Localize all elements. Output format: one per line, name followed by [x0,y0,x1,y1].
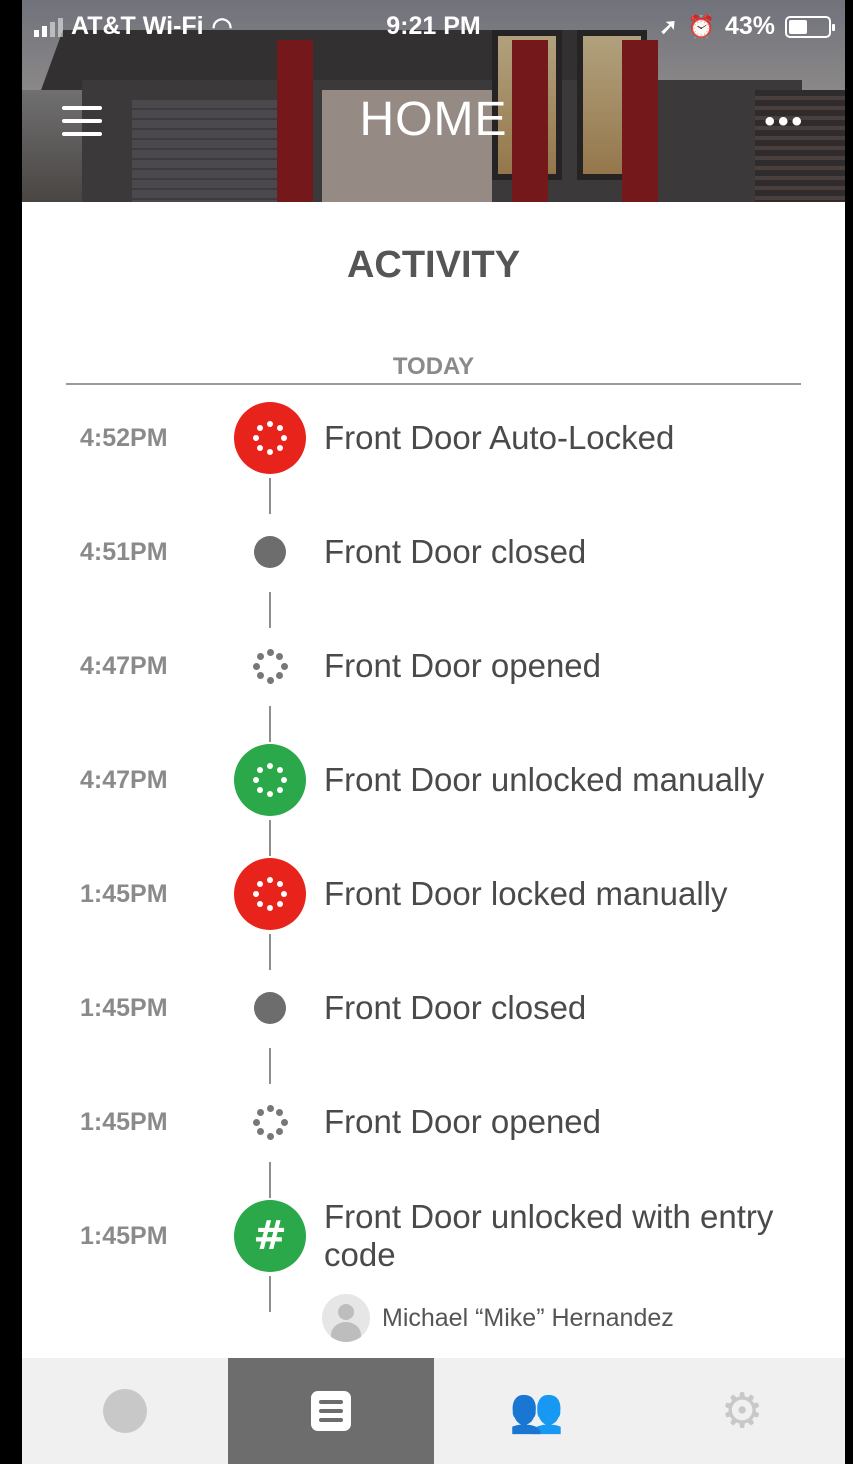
ring-dot [253,435,259,441]
unlock-ring-icon [234,744,306,816]
ring-dot [276,767,283,774]
activity-row[interactable]: 1:45PM # Front Door unlocked with entry … [22,1186,845,1286]
event-text: Front Door closed [324,533,587,570]
activity-row[interactable]: 1:45PM Front Door opened [22,1072,845,1172]
battery-icon [785,15,835,38]
tab-guests[interactable]: 👥 [434,1358,640,1464]
app-screen: AT&T Wi-Fi ◠ 9:21 PM ➚ ⏰ 43% HOME ••• AC… [22,0,845,1464]
ring-dot [252,1118,260,1126]
event-text: Front Door closed [324,989,587,1026]
ring-dot [276,900,283,907]
ring-dot [280,662,288,670]
ring-dot [256,652,264,660]
event-time: 1:45PM [80,1221,168,1250]
ring-dot [267,905,273,911]
event-time: 1:45PM [80,1107,168,1136]
battery-percent: 43% [724,12,775,40]
ring-dot [267,449,273,455]
event-time: 1:45PM [80,879,168,908]
ring-dot [276,1108,284,1116]
ring-dot [266,1104,274,1112]
tab-activity[interactable] [227,1358,434,1464]
ring-dot [276,672,284,680]
ring-dot [276,444,283,451]
event-time: 1:45PM [80,993,168,1022]
event-time: 4:47PM [80,651,168,680]
door-opened-ring-icon [234,630,306,702]
day-divider [66,383,801,385]
ring-dot [281,777,287,783]
ring-dot [257,881,264,888]
activity-title: ACTIVITY [346,244,521,286]
user-name: Michael “Mike” Hernandez [382,1303,674,1332]
ring-dot [276,881,283,888]
list-icon [310,1391,351,1431]
event-text: Front Door locked manually [324,875,728,912]
lock-ring-icon [234,402,306,474]
door-closed-dot-icon [234,972,306,1044]
keypad-hash-icon: # [234,1200,306,1272]
header-photo: AT&T Wi-Fi ◠ 9:21 PM ➚ ⏰ 43% HOME ••• [22,0,845,202]
event-time: 4:51PM [80,537,168,566]
activity-row[interactable]: 1:45PM Front Door locked manually [22,844,845,944]
event-text: Front Door unlocked with entry code [324,1198,774,1273]
page-title: HOME [359,93,508,146]
event-time: 4:47PM [80,765,168,794]
event-user: Michael “Mike” Hernandez [322,1294,674,1342]
ring-dot [256,1128,264,1136]
ring-dot [257,425,264,432]
ring-dot [276,786,283,793]
ring-dot [257,900,264,907]
activity-row[interactable]: 4:51PM Front Door closed [22,502,845,602]
gear-icon: ⚙ [720,1383,764,1439]
alarm-icon: ⏰ [687,13,715,39]
event-time: 4:52PM [80,423,168,452]
tab-bar: 👥 ⚙ [22,1358,845,1464]
circle-icon [102,1389,147,1433]
activity-row[interactable]: 4:47PM Front Door unlocked manually [22,730,845,830]
more-options-icon[interactable]: ••• [764,107,805,137]
activity-row[interactable]: 4:47PM Front Door opened [22,616,845,716]
ring-dot [281,891,287,897]
ring-dot [256,1108,264,1116]
lock-ring-icon [234,858,306,930]
ring-dot [267,791,273,797]
event-text: Front Door unlocked manually [324,761,765,798]
ring-dot [276,652,284,660]
event-text: Front Door opened [324,647,602,684]
event-text: Front Door Auto-Locked [324,419,675,456]
ring-dot [266,676,274,684]
activity-row[interactable]: 4:52PM Front Door Auto-Locked [22,388,845,488]
event-text: Front Door opened [324,1103,602,1140]
ring-dot [267,421,273,427]
tab-lock-status[interactable] [22,1358,228,1464]
ring-dot [257,444,264,451]
door-opened-ring-icon [234,1086,306,1158]
activity-row[interactable]: 1:45PM Front Door closed [22,958,845,1058]
ring-dot [253,777,259,783]
ring-dot [253,891,259,897]
users-icon: 👥 [508,1386,564,1435]
ring-dot [257,767,264,774]
ring-dot [252,662,260,670]
tab-settings[interactable]: ⚙ [639,1358,845,1464]
ring-dot [276,1128,284,1136]
ring-dot [256,672,264,680]
ring-dot [276,425,283,432]
status-bar: AT&T Wi-Fi ◠ 9:21 PM ➚ ⏰ 43% [22,0,845,56]
ring-dot [257,786,264,793]
ring-dot [281,435,287,441]
ring-dot [266,648,274,656]
ring-dot [267,763,273,769]
door-closed-dot-icon [234,516,306,588]
ring-dot [280,1118,288,1126]
day-label: TODAY [392,353,475,380]
ring-dot [267,877,273,883]
avatar [322,1294,370,1342]
ring-dot [266,1132,274,1140]
location-icon: ➚ [659,13,678,39]
